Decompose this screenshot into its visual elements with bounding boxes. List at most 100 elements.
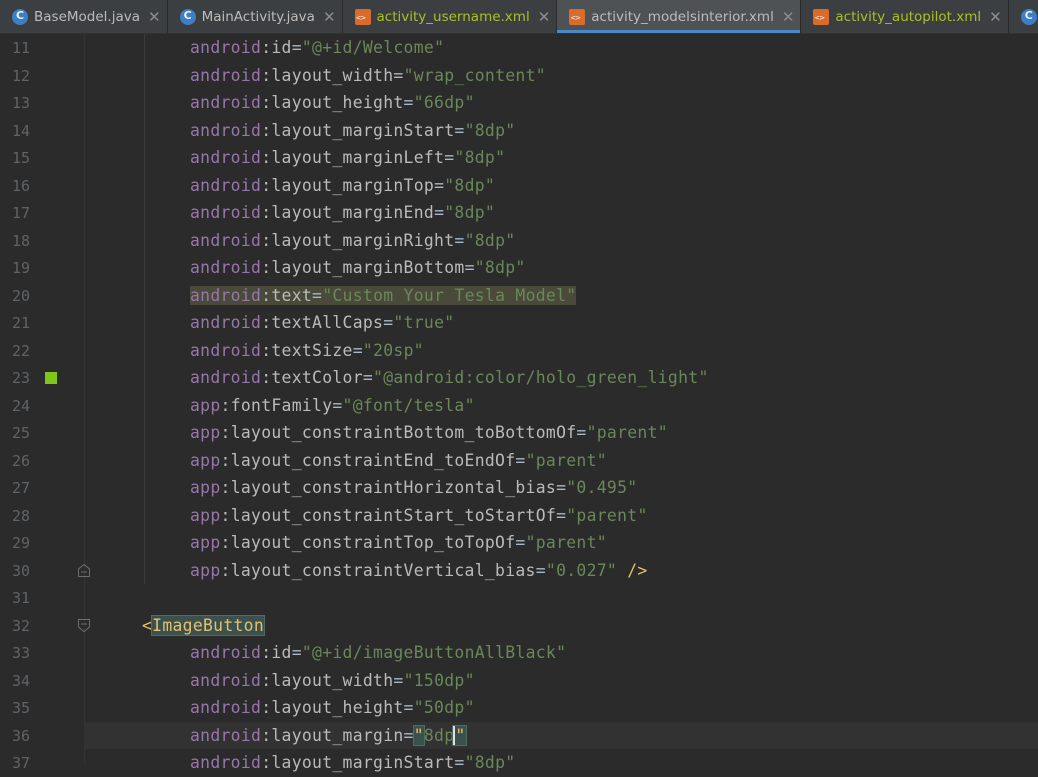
attr-value: wrap_content <box>413 65 536 85</box>
code-text: app:layout_constraintTop_toTopOf="parent… <box>190 533 607 552</box>
attribute: android:layout_width="wrap_content" <box>190 65 546 85</box>
attr-value: 0.027 <box>556 560 607 580</box>
attr-namespace: android <box>190 725 262 745</box>
code-line[interactable]: 26 app:layout_constraintEnd_toEndOf="pare… <box>0 447 1038 475</box>
code-line[interactable]: 34 android:layout_width="150dp" <box>0 667 1038 695</box>
line-number: 36 <box>11 726 30 745</box>
tab-activity-autopilot-xml[interactable]: activity_autopilot.xml ✕ <box>801 0 1009 33</box>
close-icon[interactable]: ✕ <box>148 8 161 26</box>
attribute: android:layout_marginEnd="8dp" <box>190 203 496 222</box>
java-class-icon <box>1020 8 1037 25</box>
code-line[interactable]: 28 app:layout_constraintStart_toStartOf="… <box>0 502 1038 530</box>
line-number: 11 <box>11 39 30 57</box>
attr-namespace: android <box>190 368 262 387</box>
code-line[interactable]: 30 app:layout_constraintVertical_bias="0.… <box>0 557 1038 585</box>
attr-value: 8dp <box>423 725 455 745</box>
line-number: 14 <box>11 121 30 140</box>
line-number: 30 <box>11 561 30 580</box>
attr-namespace: android <box>190 175 262 195</box>
code-text: android:layout_height="50dp" <box>190 698 475 717</box>
attr-value: 8dp <box>454 203 485 222</box>
attr-name: textColor <box>271 368 363 387</box>
code-text: android:layout_width="150dp" <box>190 671 475 690</box>
attr-value: 150dp <box>413 670 465 690</box>
close-icon[interactable]: ✕ <box>782 8 795 26</box>
fold-end-icon[interactable] <box>78 563 90 577</box>
code-text: android:text="Custom Your Tesla Model" <box>190 285 577 305</box>
code-text: app:layout_constraintVertical_bias="0.02… <box>190 561 648 580</box>
code-line[interactable]: 27 app:layout_constraintHorizontal_bias="… <box>0 474 1038 502</box>
tab-us[interactable]: Us <box>1009 0 1038 33</box>
code-line[interactable]: 37 android:layout_marginStart="8dp" <box>0 749 1038 777</box>
code-line[interactable]: 19 android:layout_marginBottom="8dp" <box>0 254 1038 282</box>
attribute: app:layout_constraintTop_toTopOf="parent… <box>190 533 607 552</box>
line-number: 25 <box>11 424 30 442</box>
code-line[interactable]: 15 android:layout_marginLeft="8dp" <box>0 144 1038 172</box>
attr-namespace: android <box>190 93 262 112</box>
line-number: 15 <box>11 149 30 167</box>
code-line[interactable]: 17 android:layout_marginEnd="8dp" <box>0 199 1038 227</box>
code-line[interactable]: 32 <ImageButton <box>0 612 1038 640</box>
attribute: app:layout_constraintBottom_toBottomOf="… <box>190 423 668 442</box>
attr-name: textSize <box>271 340 353 360</box>
line-number: 34 <box>11 671 30 690</box>
close-icon[interactable]: ✕ <box>323 8 336 26</box>
line-number: 35 <box>11 699 30 717</box>
attribute: android:layout_marginStart="8dp" <box>190 753 516 772</box>
line-number: 18 <box>11 231 30 250</box>
code-text: app:layout_constraintEnd_toEndOf="parent… <box>190 451 607 470</box>
attr-name: layout_marginRight <box>271 230 455 250</box>
code-line[interactable]: 33 android:id="@+id/imageButtonAllBlack" <box>0 639 1038 667</box>
close-icon[interactable]: ✕ <box>538 8 551 26</box>
code-line[interactable]: 12 android:layout_width="wrap_content" <box>0 62 1038 90</box>
xml-file-icon <box>569 8 586 25</box>
attr-name: layout_constraintStart_toStartOf <box>230 505 557 525</box>
code-line[interactable]: 23 android:textColor="@android:color/holo… <box>0 364 1038 392</box>
code-line[interactable]: 36 android:layout_margin="8dp" <box>0 722 1038 750</box>
line-number: 37 <box>11 754 30 772</box>
attribute: android:id="@+id/imageButtonAllBlack" <box>190 643 567 662</box>
attribute: app:layout_constraintHorizontal_bias="0.… <box>190 478 638 497</box>
attr-namespace: android <box>190 670 262 690</box>
attribute: android:id="@+id/Welcome" <box>190 38 445 57</box>
code-line[interactable]: 29 app:layout_constraintTop_toTopOf="pare… <box>0 529 1038 557</box>
code-text: android:id="@+id/Welcome" <box>190 38 444 57</box>
tab-mainactivity-java[interactable]: MainActivity.java ✕ <box>168 0 343 33</box>
attr-namespace: app <box>190 423 221 442</box>
code-line[interactable]: 16 android:layout_marginTop="8dp" <box>0 172 1038 200</box>
code-line[interactable]: 20 android:text="Custom Your Tesla Model" <box>0 282 1038 310</box>
attribute: android:layout_marginStart="8dp" <box>190 120 516 140</box>
attr-value: 20sp <box>373 340 414 360</box>
color-swatch-icon[interactable] <box>45 372 57 384</box>
attr-namespace: android <box>190 203 262 222</box>
code-text: android:layout_marginStart="8dp" <box>190 753 515 772</box>
tab-activity-modelsinterior-xml[interactable]: activity_modelsinterior.xml ✕ <box>557 0 802 33</box>
attr-name: fontFamily <box>230 395 333 415</box>
code-line[interactable]: 31 <box>0 584 1038 612</box>
code-line[interactable]: 18 android:layout_marginRight="8dp" <box>0 227 1038 255</box>
code-line[interactable]: 22 android:textSize="20sp" <box>0 337 1038 365</box>
tab-activity-username-xml[interactable]: activity_username.xml ✕ <box>343 0 558 33</box>
code-line[interactable]: 11 android:id="@+id/Welcome" <box>0 34 1038 62</box>
attribute: android:layout_width="150dp" <box>190 670 475 690</box>
attr-value: parent <box>535 450 597 470</box>
attribute: app:layout_constraintVertical_bias="0.02… <box>190 560 618 580</box>
code-line[interactable]: 35 android:layout_height="50dp" <box>0 694 1038 722</box>
attr-namespace: android <box>190 258 262 277</box>
close-icon[interactable]: ✕ <box>989 8 1002 26</box>
code-line[interactable]: 13 android:layout_height="66dp" <box>0 89 1038 117</box>
attr-name: layout_marginLeft <box>271 148 445 167</box>
code-text: android:layout_marginTop="8dp" <box>190 176 495 195</box>
tab-basemodel-java[interactable]: BaseModel.java ✕ <box>0 0 168 33</box>
code-line[interactable]: 24 app:fontFamily="@font/tesla" <box>0 392 1038 420</box>
code-text: android:layout_marginLeft="8dp" <box>190 148 505 167</box>
code-line[interactable]: 14 android:layout_marginStart="8dp" <box>0 117 1038 145</box>
fold-collapse-icon[interactable] <box>78 618 90 632</box>
code-text: android:layout_marginRight="8dp" <box>190 231 515 250</box>
line-number: 29 <box>11 534 30 552</box>
attr-namespace: app <box>190 478 221 497</box>
editor-tab-bar: BaseModel.java✕MainActivity.java✕activit… <box>0 0 1038 34</box>
code-line[interactable]: 21 android:textAllCaps="true" <box>0 309 1038 337</box>
code-line[interactable]: 25 app:layout_constraintBottom_toBottomOf… <box>0 419 1038 447</box>
code-editor[interactable]: 11 android:id="@+id/Welcome" 12 android:lay… <box>0 34 1038 772</box>
